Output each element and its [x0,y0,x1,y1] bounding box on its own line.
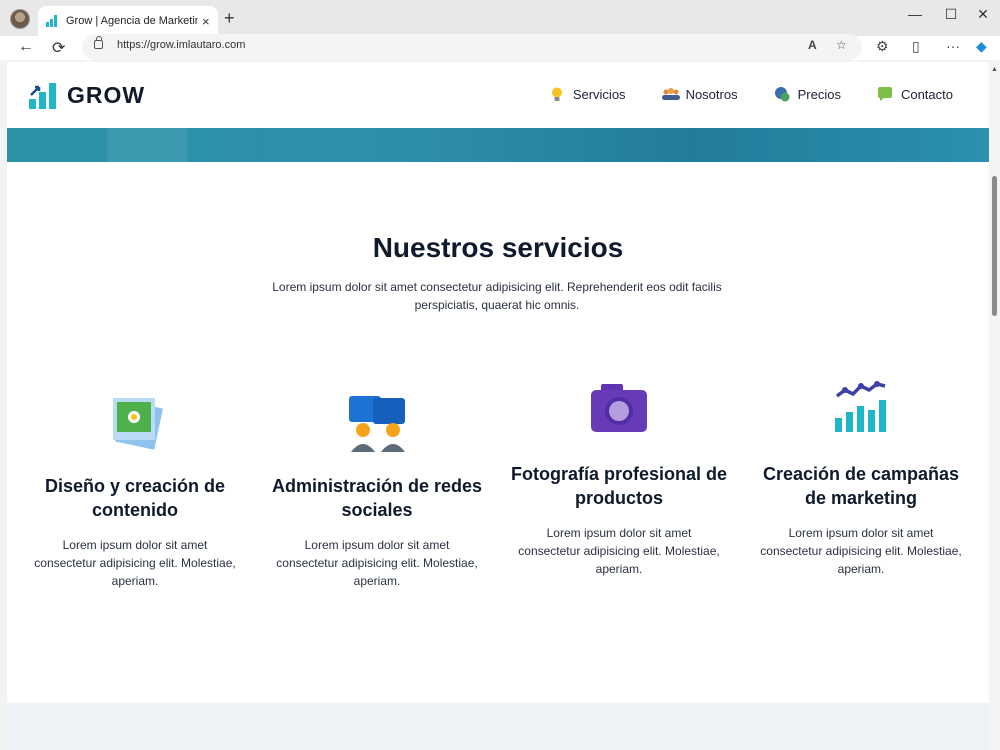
nav-label: Servicios [572,86,626,102]
page-viewport: GROW Servicios Nosotros Precios Contacto… [7,62,989,750]
social-icon [347,392,407,452]
nav-label: Precios [797,86,841,102]
service-title: Administración de redes sociales [271,476,483,520]
close-window-button[interactable]: ✕ [968,6,998,23]
money-icon [774,86,790,102]
camera-icon [589,380,649,440]
services-title: Nuestros servicios [372,232,624,263]
site-header: GROW Servicios Nosotros Precios Contacto [7,62,989,128]
menu-icon[interactable]: ··· [946,38,960,54]
people-icon [661,86,680,102]
service-title: Creación de campañas de marketing [762,464,960,508]
page-scrollbar[interactable]: ▲ [989,62,1000,750]
scroll-up-icon[interactable]: ▲ [991,66,998,73]
hero-image [7,128,989,162]
logo-text: GROW [67,81,146,108]
profile-avatar[interactable] [10,9,30,29]
copilot-icon[interactable]: ◆ [976,38,987,55]
browser-window: Grow | Agencia de Marketing Dig × + — ☐ … [0,0,1000,750]
next-section-band [7,703,989,750]
service-title: Diseño y creación de contenido [44,476,226,520]
chart-icon [831,380,891,440]
grow-favicon-icon [46,15,58,27]
service-card: Creación de campañas de marketing Lorem … [751,380,971,578]
nav-nosotros[interactable]: Nosotros [661,86,738,102]
lightbulb-icon [549,86,565,102]
new-tab-button[interactable]: + [224,8,235,29]
split-screen-icon[interactable]: ▯ [912,38,920,55]
service-text: Lorem ipsum dolor sit amet consectetur a… [276,538,478,588]
maximize-button[interactable]: ☐ [936,6,966,23]
scroll-thumb[interactable] [992,176,997,316]
reload-button[interactable]: ⟳ [52,38,65,58]
service-card: Administración de redes sociales Lorem i… [267,392,487,590]
back-button[interactable]: ← [18,38,34,56]
browser-toolbar: ← ⟳ https://grow.imlautaro.com A ☆ ⚙ ▯ ·… [0,34,1000,60]
nav-label: Nosotros [685,86,738,102]
tab-close-icon[interactable]: × [202,14,210,29]
favorite-star-icon[interactable]: ☆ [836,38,847,52]
nav-contacto[interactable]: Contacto [877,86,953,102]
read-aloud-icon[interactable]: A [808,38,817,52]
minimize-button[interactable]: — [900,6,930,22]
photos-icon [105,392,165,452]
chat-icon [877,86,893,102]
nav-precios[interactable]: Precios [774,86,841,102]
service-card: Fotografía profesional de productos Lore… [509,380,729,578]
extensions-icon[interactable]: ⚙ [876,38,889,55]
url-text: https://grow.imlautaro.com [117,39,246,51]
service-text: Lorem ipsum dolor sit amet consectetur a… [518,526,720,576]
nav-label: Contacto [900,86,953,102]
service-card: Diseño y creación de contenido Lorem ips… [25,392,245,590]
main-nav: Servicios Nosotros Precios Contacto [549,86,953,102]
lock-icon [94,36,103,49]
services-subtitle: Lorem ipsum dolor sit amet consectetur a… [272,280,722,312]
grow-logo-icon [29,81,57,109]
service-text: Lorem ipsum dolor sit amet consectetur a… [760,526,962,576]
browser-tab[interactable]: Grow | Agencia de Marketing Dig × [38,6,218,36]
title-bar: Grow | Agencia de Marketing Dig × + — ☐ … [0,0,1000,36]
nav-servicios[interactable]: Servicios [549,86,626,102]
tab-title: Grow | Agencia de Marketing Dig [66,15,198,27]
service-title: Fotografía profesional de productos [510,464,728,508]
service-text: Lorem ipsum dolor sit amet consectetur a… [34,538,236,588]
site-logo[interactable]: GROW [29,81,145,109]
address-bar[interactable]: https://grow.imlautaro.com A ☆ [82,34,862,60]
